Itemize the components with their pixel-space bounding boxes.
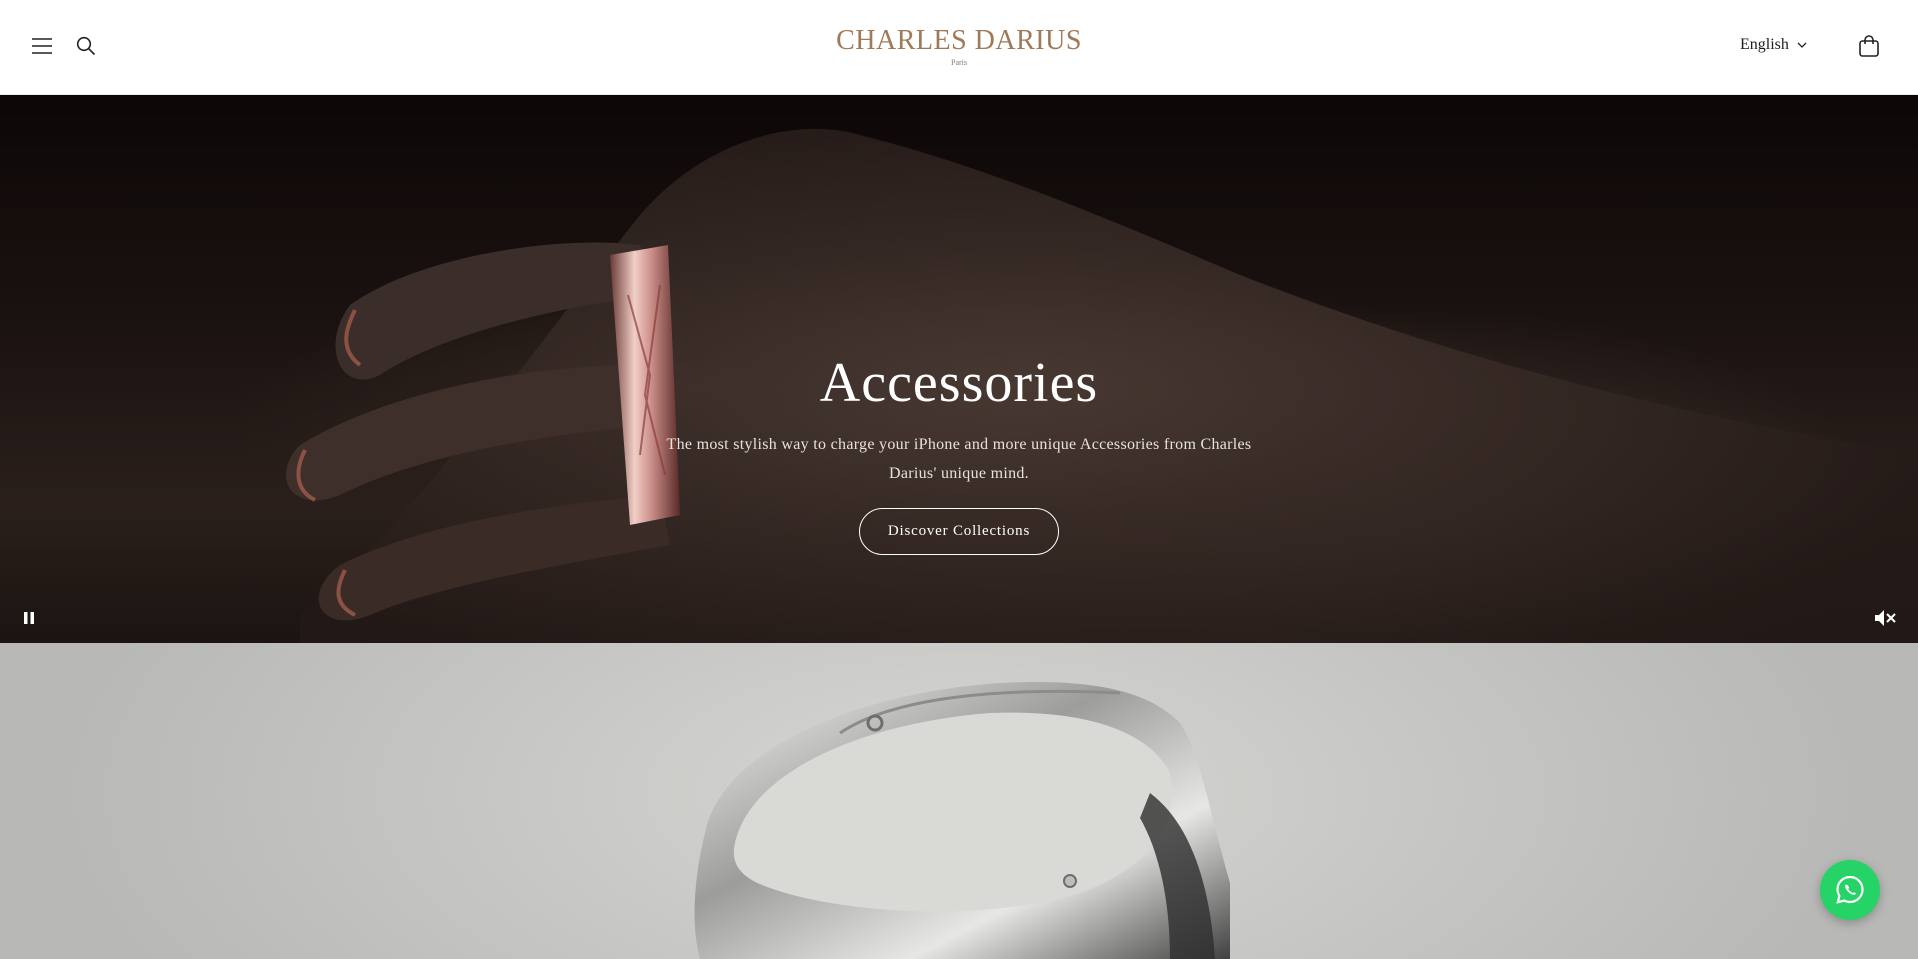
language-selector[interactable]: English: [1740, 33, 1807, 57]
hamburger-menu-icon: [32, 38, 52, 54]
video-pause-button[interactable]: [18, 607, 40, 629]
collection-image-section: [0, 643, 1918, 959]
discover-collections-button[interactable]: Discover Collections: [858, 508, 1060, 555]
hero-title: Accessories: [819, 352, 1099, 414]
pause-icon: [24, 612, 34, 624]
menu-button[interactable]: [22, 26, 62, 66]
hero-description: The most stylish way to charge your iPho…: [666, 436, 1252, 482]
brand-name: CHARLES DARIUS: [836, 25, 1082, 56]
brand-logo[interactable]: CHARLES DARIUS Paris: [809, 25, 1109, 68]
hero-video-banner: Accessories The most stylish way to char…: [0, 95, 1918, 643]
shopping-bag-icon: [1859, 35, 1879, 57]
language-label: English: [1740, 36, 1789, 53]
hero-content: Accessories The most stylish way to char…: [659, 350, 1259, 555]
search-button[interactable]: [66, 26, 106, 66]
brand-subtitle: Paris: [951, 58, 967, 67]
search-icon: [76, 36, 96, 56]
whatsapp-chat-button[interactable]: [1820, 860, 1880, 920]
site-header: CHARLES DARIUS Paris English: [0, 0, 1918, 95]
whatsapp-icon: [1836, 875, 1864, 904]
volume-muted-icon: [1875, 610, 1896, 626]
video-mute-button[interactable]: [1872, 605, 1898, 631]
chevron-down-icon: [1797, 42, 1807, 48]
cart-button[interactable]: [1849, 26, 1889, 66]
silver-collar-necklace-image: [694, 682, 1230, 959]
